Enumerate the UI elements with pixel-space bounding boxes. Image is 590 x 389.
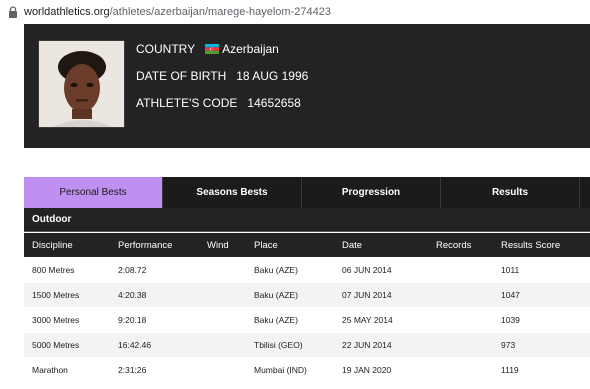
tab-progression[interactable]: Progression — [302, 177, 441, 208]
table-row: 5000 Metres 16:42.46 Tbilisi (GEO) 22 JU… — [24, 333, 590, 357]
dob-row: DATE OF BIRTH 18 AUG 1996 — [136, 69, 308, 83]
country-value: Azerbaijan — [222, 42, 279, 56]
cell-results-score: 1119 — [501, 365, 519, 375]
cell-performance: 9:20.18 — [118, 315, 147, 325]
col-performance: Performance — [118, 239, 173, 251]
tab-results[interactable]: Results — [441, 177, 580, 208]
table-row: 3000 Metres 9:20.18 Baku (AZE) 25 MAY 20… — [24, 308, 590, 332]
col-wind: Wind — [207, 239, 229, 251]
athlete-portrait-image — [39, 41, 124, 127]
col-results-score: Results Score — [501, 239, 561, 251]
table-row: Marathon 2:31:26 Mumbai (IND) 19 JAN 202… — [24, 358, 590, 382]
cell-place: Baku (AZE) — [254, 290, 298, 300]
cell-performance: 2:31:26 — [118, 365, 147, 375]
dob-value: 18 AUG 1996 — [236, 69, 309, 83]
cell-place: Baku (AZE) — [254, 315, 298, 325]
cell-performance: 2:08.72 — [118, 265, 147, 275]
cell-results-score: 973 — [501, 340, 516, 350]
azerbaijan-flag-icon — [205, 44, 220, 54]
cell-date: 07 JUN 2014 — [342, 290, 392, 300]
table-row: 800 Metres 2:08.72 Baku (AZE) 06 JUN 201… — [24, 258, 590, 282]
country-label: COUNTRY — [136, 42, 196, 56]
country-row: COUNTRY Azerbaijan — [136, 42, 279, 56]
table-row: 1500 Metres 4:20.38 Baku (AZE) 07 JUN 20… — [24, 283, 590, 307]
athlete-header: COUNTRY Azerbaijan DATE OF BIRTH 18 AUG … — [24, 24, 590, 148]
cell-date: 22 JUN 2014 — [342, 340, 392, 350]
athlete-code-value: 14652658 — [247, 96, 301, 110]
tab-personal-bests[interactable]: Personal Bests — [24, 177, 163, 208]
dob-label: DATE OF BIRTH — [136, 69, 227, 83]
table-header: Discipline Performance Wind Place Date R… — [24, 233, 590, 257]
url-host: worldathletics.org — [24, 6, 110, 18]
athlete-code-label: ATHLETE'S CODE — [136, 96, 238, 110]
cell-discipline: 800 Metres — [32, 265, 75, 275]
lock-icon — [9, 6, 17, 18]
stats-tabs: Personal Bests Seasons Bests Progression… — [24, 177, 590, 208]
cell-date: 06 JUN 2014 — [342, 265, 392, 275]
cell-discipline: 1500 Metres — [32, 290, 80, 300]
col-discipline: Discipline — [32, 239, 73, 251]
cell-performance: 16:42.46 — [118, 340, 152, 350]
cell-place: Baku (AZE) — [254, 265, 298, 275]
cell-discipline: 5000 Metres — [32, 340, 80, 350]
col-records: Records — [436, 239, 472, 251]
cell-results-score: 1039 — [501, 315, 520, 325]
cell-date: 25 MAY 2014 — [342, 315, 393, 325]
tab-seasons-bests[interactable]: Seasons Bests — [163, 177, 302, 208]
cell-discipline: Marathon — [32, 365, 68, 375]
cell-results-score: 1011 — [501, 265, 520, 275]
section-title-outdoor: Outdoor — [24, 208, 590, 232]
cell-results-score: 1047 — [501, 290, 520, 300]
athlete-code-row: ATHLETE'S CODE 14652658 — [136, 96, 301, 110]
cell-discipline: 3000 Metres — [32, 315, 80, 325]
address-bar[interactable]: worldathletics.org /athletes/azerbaijan/… — [0, 0, 590, 24]
cell-date: 19 JAN 2020 — [342, 365, 392, 375]
col-date: Date — [342, 239, 363, 251]
url-path: /athletes/azerbaijan/marege-hayelom-2744… — [109, 6, 331, 18]
cell-place: Tbilisi (GEO) — [254, 340, 303, 350]
cell-performance: 4:20.38 — [118, 290, 147, 300]
col-place: Place — [254, 239, 278, 251]
cell-place: Mumbai (IND) — [254, 365, 307, 375]
athlete-photo — [38, 40, 125, 128]
